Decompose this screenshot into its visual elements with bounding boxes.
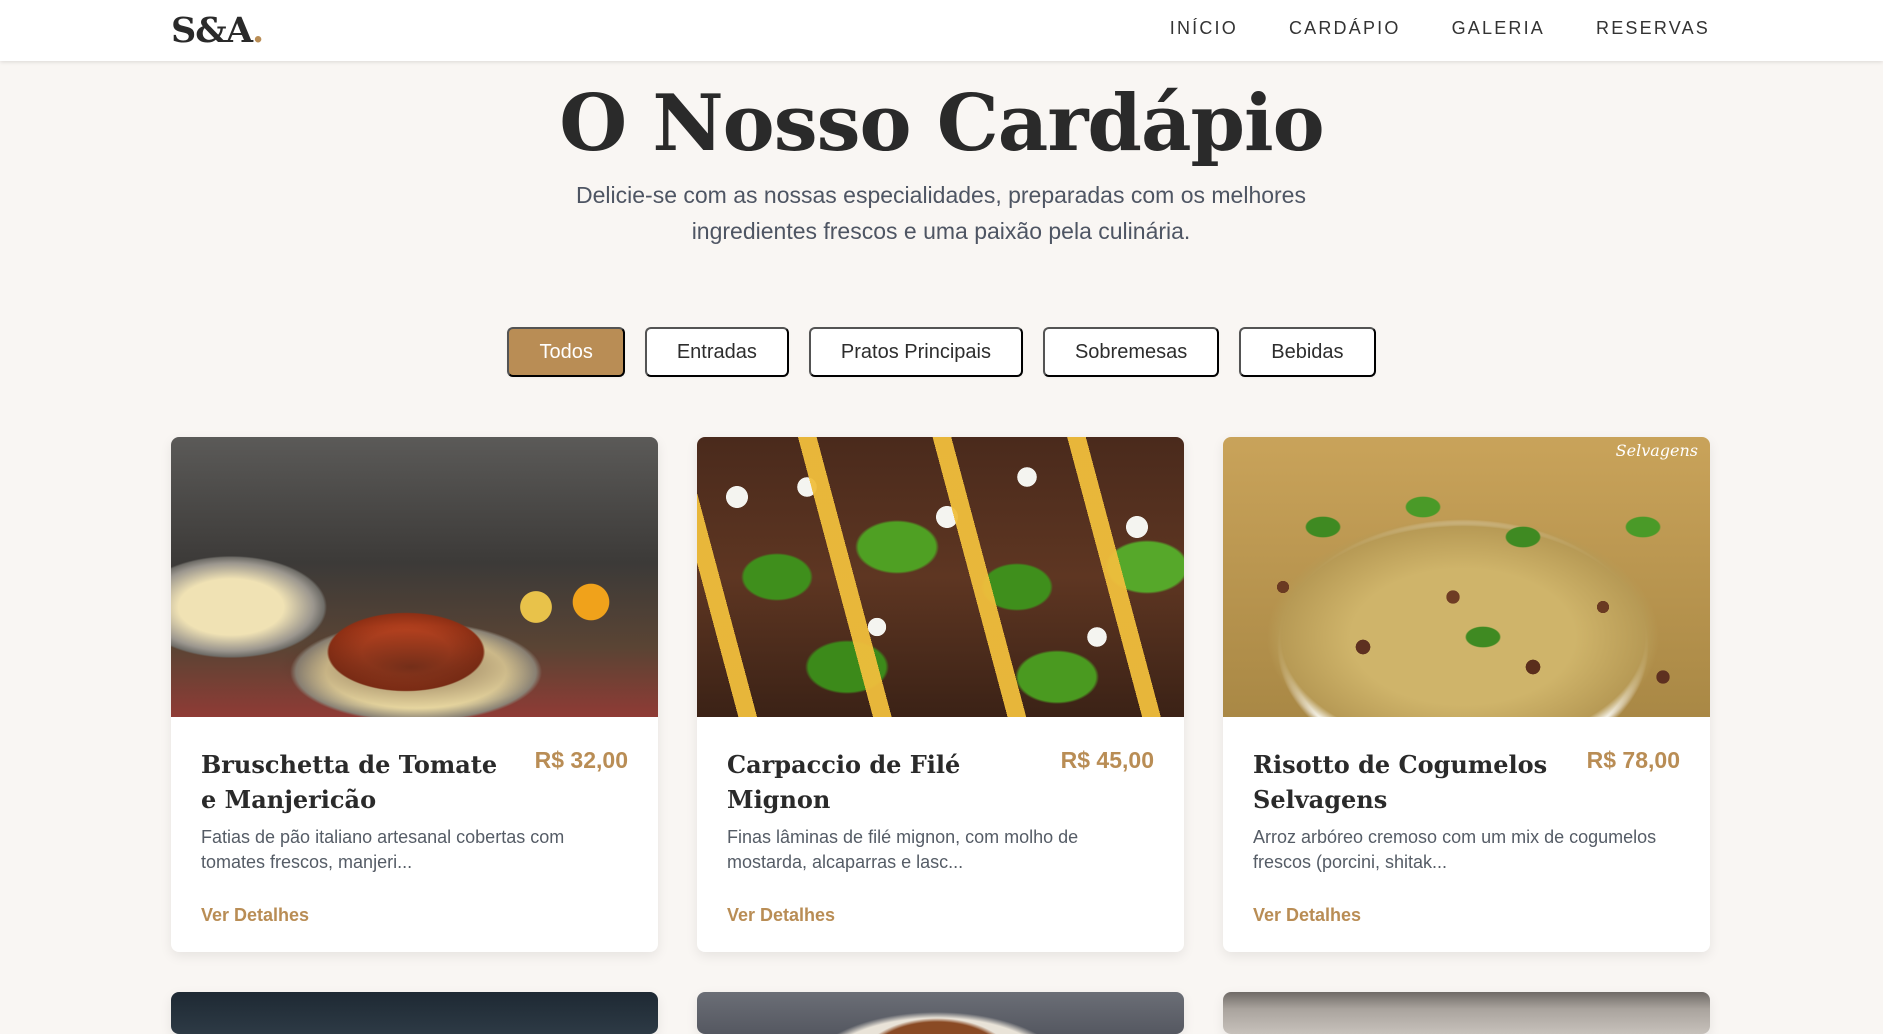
dish-description: Arroz arbóreo cremoso com um mix de cogu… [1253,827,1657,872]
nav-inicio[interactable]: INÍCIO [1170,18,1238,39]
filter-bebidas[interactable]: Bebidas [1239,327,1376,377]
nav-cardapio[interactable]: CARDÁPIO [1289,18,1401,39]
dish-image [697,992,1184,1034]
menu-card-carpaccio[interactable]: Carpaccio de Filé Mignon R$ 45,00 Finas … [697,437,1184,952]
image-caption: Selvagens [1615,441,1698,460]
dish-image [1223,992,1710,1034]
dish-image: Selvagens [1223,437,1710,717]
page-subtitle: Delicie-se com as nossas especialidades,… [576,182,1306,244]
logo-text: S&A [171,10,253,51]
card-body: Risotto de Cogumelos Selvagens R$ 78,00 … [1223,717,1710,952]
dish-price: R$ 32,00 [534,747,628,773]
dish-price: R$ 45,00 [1060,747,1154,773]
dish-name: Risotto de Cogumelos Selvagens [1253,750,1548,814]
filter-pratos-principais[interactable]: Pratos Principais [808,327,1023,377]
site-logo[interactable]: S&A. [171,10,264,51]
nav-reservas[interactable]: RESERVAS [1596,18,1710,39]
nav-galeria[interactable]: GALERIA [1452,18,1545,39]
filter-entradas[interactable]: Entradas [644,327,789,377]
dish-image [697,437,1184,717]
page-title: O Nosso Cardápio [559,78,1324,169]
dish-description: Finas lâminas de filé mignon, com molho … [727,827,1079,872]
dish-description: Fatias de pão italiano artesanal coberta… [201,827,565,872]
card-body: Bruschetta de Tomate e Manjericão R$ 32,… [171,717,658,952]
details-link[interactable]: Ver Detalhes [727,905,835,926]
menu-card-risotto[interactable]: Selvagens Risotto de Cogumelos Selvagens… [1223,437,1710,952]
menu-card-row2-3[interactable] [1223,992,1710,1034]
details-link[interactable]: Ver Detalhes [1253,905,1361,926]
menu-card-row2-2[interactable] [697,992,1184,1034]
details-link[interactable]: Ver Detalhes [201,905,309,926]
category-filters: Todos Entradas Pratos Principais Sobreme… [0,327,1883,377]
dish-name: Bruschetta de Tomate e Manjericão [201,750,498,814]
logo-dot: . [252,10,264,51]
site-header: S&A. INÍCIO CARDÁPIO GALERIA RESERVAS [0,0,1883,61]
dish-name: Carpaccio de Filé Mignon [727,750,961,814]
filter-sobremesas[interactable]: Sobremesas [1042,327,1220,377]
dish-price: R$ 78,00 [1586,747,1680,773]
dish-image [171,992,658,1034]
menu-card-row2-1[interactable] [171,992,658,1034]
card-body: Carpaccio de Filé Mignon R$ 45,00 Finas … [697,717,1184,952]
main-nav: INÍCIO CARDÁPIO GALERIA RESERVAS [1170,18,1710,39]
filter-todos[interactable]: Todos [507,327,625,377]
menu-card-bruschetta[interactable]: Bruschetta de Tomate e Manjericão R$ 32,… [171,437,658,952]
dish-image [171,437,658,717]
